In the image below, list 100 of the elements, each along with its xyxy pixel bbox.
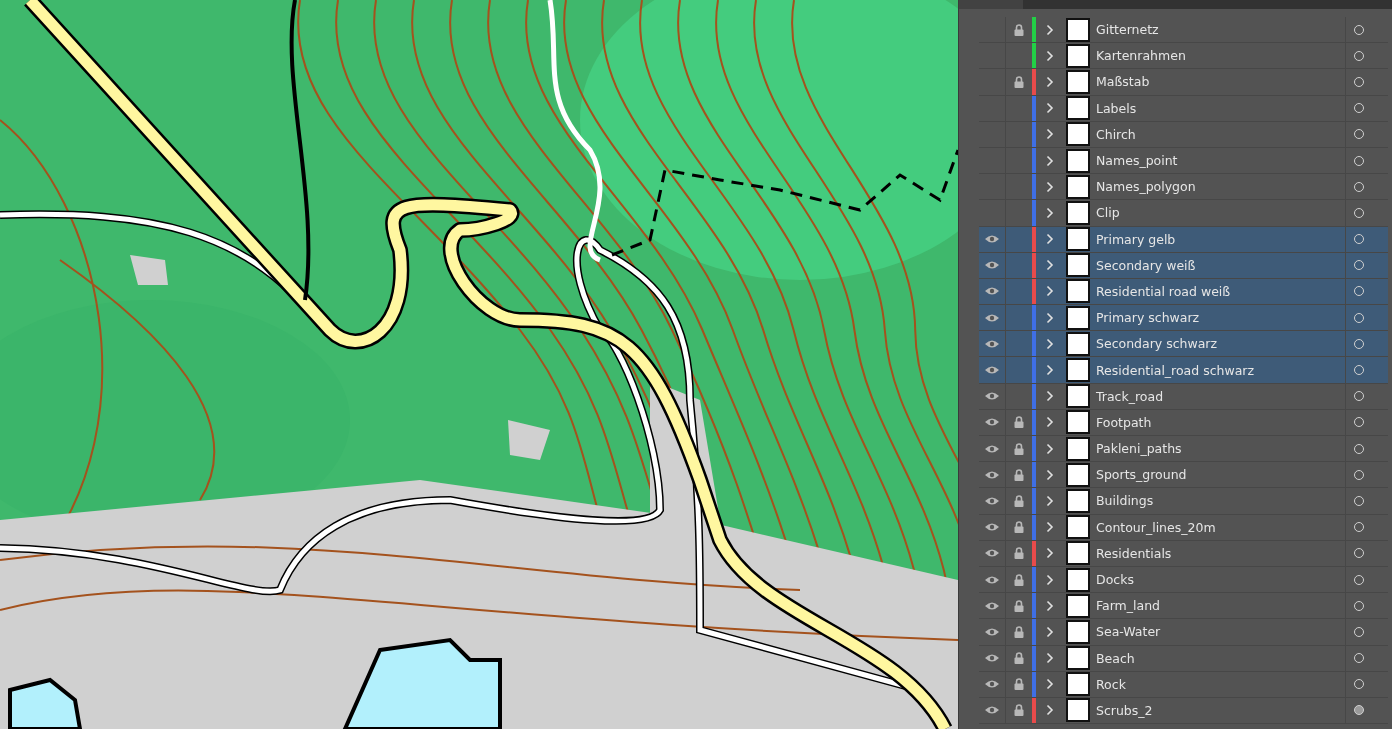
layer-row[interactable]: Docks — [979, 566, 1388, 594]
layer-name: Secondary schwarz — [1096, 336, 1219, 352]
lock-icon[interactable] — [1014, 678, 1024, 691]
eye-icon[interactable] — [984, 653, 1000, 664]
layer-row[interactable]: Secondary weiß — [979, 252, 1388, 279]
chevron-icon[interactable] — [1046, 259, 1054, 272]
eye-icon[interactable] — [984, 679, 1000, 690]
eye-icon[interactable] — [984, 574, 1000, 585]
chevron-icon[interactable] — [1046, 233, 1054, 246]
layer-row[interactable]: Farm_land — [979, 593, 1388, 620]
layer-name: Names_polygon — [1096, 179, 1197, 195]
layer-name: Farm_land — [1096, 598, 1162, 614]
lock-icon[interactable] — [1014, 652, 1024, 665]
layer-thumbnail — [1066, 515, 1090, 540]
chevron-icon[interactable] — [1046, 442, 1054, 455]
chevron-icon[interactable] — [1046, 704, 1054, 717]
layer-row[interactable]: Contour_lines_20m — [979, 514, 1388, 541]
target-circle[interactable] — [1354, 705, 1364, 716]
layer-row[interactable]: Names_point — [979, 147, 1388, 175]
eye-icon[interactable] — [984, 312, 1000, 323]
chevron-icon[interactable] — [1046, 521, 1054, 534]
chevron-icon[interactable] — [1046, 625, 1054, 638]
layer-row[interactable]: Gitternetz — [979, 17, 1388, 44]
layer-row[interactable]: Residential_road schwarz — [979, 357, 1388, 384]
layer-name: Docks — [1096, 572, 1135, 588]
layer-thumbnail — [1066, 253, 1090, 278]
chevron-icon[interactable] — [1046, 599, 1054, 612]
chevron-icon[interactable] — [1046, 468, 1054, 481]
layer-row[interactable]: Names_polygon — [979, 174, 1388, 201]
layer-row[interactable]: Maßstab — [979, 69, 1388, 96]
layer-row[interactable]: Sea-Water — [979, 619, 1388, 646]
lock-icon[interactable] — [1014, 442, 1024, 455]
chevron-icon[interactable] — [1046, 311, 1054, 324]
layer-row[interactable]: Sports_ground — [979, 462, 1388, 489]
layer-row[interactable]: Pakleni_paths — [979, 436, 1388, 463]
layer-row[interactable]: Residential road weiß — [979, 278, 1388, 306]
eye-icon[interactable] — [984, 338, 1000, 349]
layer-thumbnail — [1066, 646, 1090, 671]
layer-row[interactable]: Track_road — [979, 383, 1388, 410]
chevron-icon[interactable] — [1046, 206, 1054, 219]
layer-thumbnail — [1066, 436, 1090, 461]
eye-icon[interactable] — [984, 522, 1000, 533]
lock-icon[interactable] — [1014, 23, 1024, 36]
eye-icon[interactable] — [984, 391, 1000, 402]
eye-icon[interactable] — [984, 705, 1000, 716]
layer-name: Labels — [1096, 100, 1138, 116]
eye-icon[interactable] — [984, 469, 1000, 480]
layer-row[interactable]: Buildings — [979, 488, 1388, 515]
layer-row[interactable]: Rock — [979, 671, 1388, 698]
chevron-icon[interactable] — [1046, 494, 1054, 507]
chevron-icon[interactable] — [1046, 678, 1054, 691]
eye-icon[interactable] — [984, 495, 1000, 506]
layer-row[interactable]: Primary schwarz — [979, 305, 1388, 332]
layer-thumbnail — [1066, 17, 1090, 42]
eye-icon[interactable] — [984, 600, 1000, 611]
lock-icon[interactable] — [1014, 704, 1024, 717]
chevron-icon[interactable] — [1046, 337, 1054, 350]
layer-name: Rock — [1096, 676, 1127, 692]
layer-row[interactable]: Kartenrahmen — [979, 43, 1388, 70]
layer-name: Residential_road schwarz — [1096, 362, 1256, 378]
chevron-icon[interactable] — [1046, 102, 1054, 115]
layer-row[interactable]: Clip — [979, 200, 1388, 227]
chevron-icon[interactable] — [1046, 285, 1054, 298]
chevron-icon[interactable] — [1046, 180, 1054, 193]
chevron-icon[interactable] — [1046, 547, 1054, 560]
chevron-icon[interactable] — [1046, 75, 1054, 88]
layer-row[interactable]: Chirch — [979, 121, 1388, 148]
chevron-icon[interactable] — [1046, 390, 1054, 403]
lock-icon[interactable] — [1014, 468, 1024, 481]
layer-row[interactable]: Primary gelb — [979, 226, 1388, 253]
eye-icon[interactable] — [984, 234, 1000, 245]
lock-icon[interactable] — [1014, 416, 1024, 429]
chevron-icon[interactable] — [1046, 364, 1054, 377]
chevron-icon[interactable] — [1046, 49, 1054, 62]
lock-icon[interactable] — [1014, 547, 1024, 560]
layer-row[interactable]: Secondary schwarz — [979, 331, 1388, 358]
lock-icon[interactable] — [1014, 573, 1024, 586]
lock-icon[interactable] — [1014, 75, 1024, 88]
layer-row[interactable]: Residentials — [979, 540, 1388, 567]
eye-icon[interactable] — [984, 443, 1000, 454]
layer-row[interactable]: Scrubs_2 — [979, 697, 1388, 725]
chevron-icon[interactable] — [1046, 652, 1054, 665]
eye-icon[interactable] — [984, 286, 1000, 297]
chevron-icon[interactable] — [1046, 573, 1054, 586]
chevron-icon[interactable] — [1046, 128, 1054, 141]
eye-icon[interactable] — [984, 365, 1000, 376]
chevron-icon[interactable] — [1046, 23, 1054, 36]
lock-icon[interactable] — [1014, 494, 1024, 507]
lock-icon[interactable] — [1014, 599, 1024, 612]
lock-icon[interactable] — [1014, 625, 1024, 638]
eye-icon[interactable] — [984, 548, 1000, 559]
chevron-icon[interactable] — [1046, 416, 1054, 429]
lock-icon[interactable] — [1014, 521, 1024, 534]
layer-row[interactable]: Labels — [979, 95, 1388, 122]
layer-row[interactable]: Footpath — [979, 409, 1388, 436]
eye-icon[interactable] — [984, 626, 1000, 637]
eye-icon[interactable] — [984, 417, 1000, 428]
layer-row[interactable]: Beach — [979, 645, 1388, 672]
chevron-icon[interactable] — [1046, 154, 1054, 167]
eye-icon[interactable] — [984, 260, 1000, 271]
